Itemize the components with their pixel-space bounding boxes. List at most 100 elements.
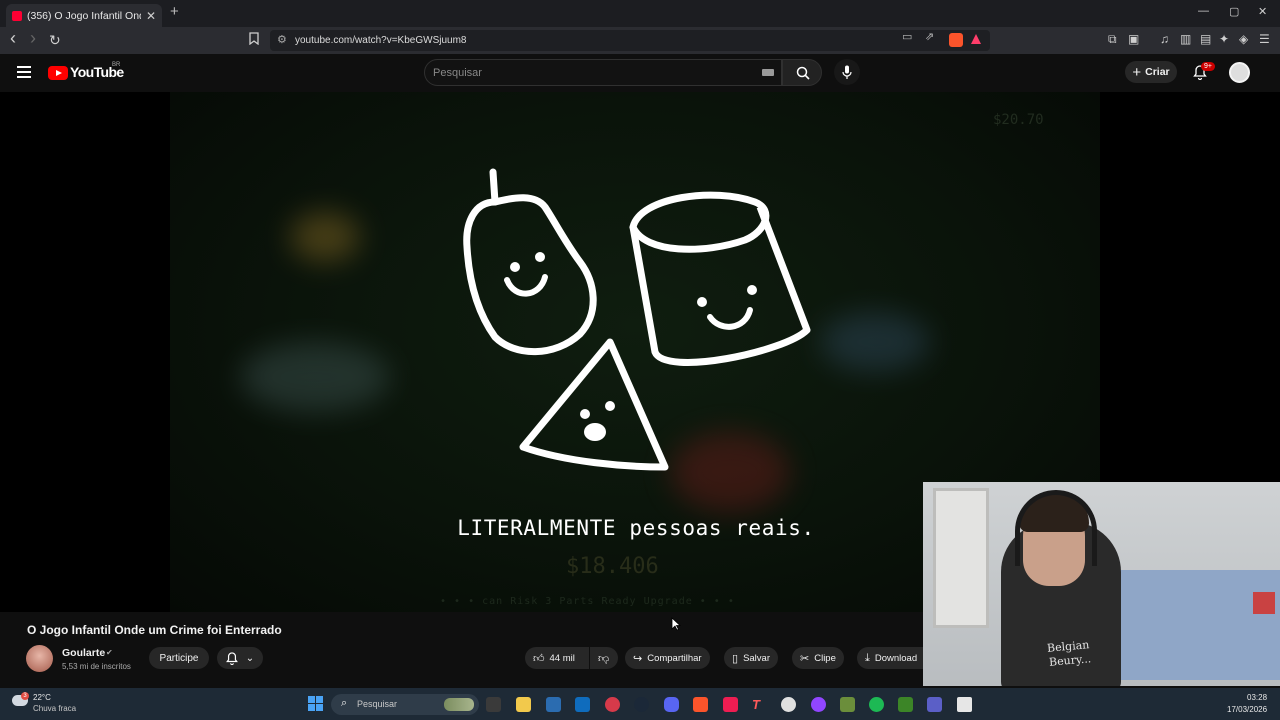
- clock-date[interactable]: 17/03/2026: [1227, 705, 1267, 714]
- create-button[interactable]: + Criar: [1125, 61, 1177, 83]
- scissors-icon: ✂: [800, 652, 810, 665]
- plus-icon: +: [1132, 63, 1142, 81]
- mouse-cursor-icon: [671, 617, 681, 631]
- download-icon: ⤓: [865, 651, 870, 664]
- clip-button[interactable]: ✂ Clipe: [792, 647, 844, 669]
- account-avatar[interactable]: [1229, 62, 1250, 83]
- cast-icon[interactable]: ▭: [902, 30, 912, 43]
- keyboard-icon[interactable]: [762, 69, 774, 76]
- share-arrow-icon: ↪: [633, 652, 643, 665]
- extensions-icon[interactable]: ⧉: [1108, 32, 1117, 47]
- tabs-icon[interactable]: ▤: [1200, 32, 1211, 46]
- notifications-badge: 9+: [1201, 62, 1215, 71]
- channel-avatar[interactable]: [26, 645, 53, 672]
- thumbs-up-icon: 👍︎: [533, 652, 545, 665]
- download-label: Download: [874, 652, 918, 664]
- share-icon[interactable]: ⇗: [925, 30, 934, 43]
- channel-name[interactable]: Goularte: [62, 647, 105, 659]
- browser-tab-bar: (356) O Jogo Infantil Onde um Crime foi …: [0, 0, 1280, 27]
- webcam-overlay: Belgian Beury...: [923, 482, 1280, 686]
- minecraft-icon[interactable]: [898, 697, 913, 712]
- youtube-logo-icon[interactable]: [48, 66, 68, 80]
- file-explorer-icon[interactable]: [516, 697, 531, 712]
- weather-description[interactable]: Chuva fraca: [33, 704, 76, 713]
- maximize-button[interactable]: ▢: [1229, 5, 1239, 18]
- save-button[interactable]: ▯ Salvar: [724, 647, 778, 669]
- background-money-top: $20.70: [993, 112, 1044, 128]
- leo-ai-icon[interactable]: ✦: [1219, 32, 1229, 46]
- new-tab-button[interactable]: +: [170, 3, 179, 20]
- sidebar-icon[interactable]: ▥: [1180, 32, 1191, 46]
- discord-icon[interactable]: [664, 697, 679, 712]
- url-text: youtube.com/watch?v=KbeGWSjuum8: [295, 35, 467, 46]
- opera-icon[interactable]: [605, 697, 620, 712]
- store-icon[interactable]: [546, 697, 561, 712]
- search-button[interactable]: [782, 59, 822, 86]
- voice-search-button[interactable]: [834, 59, 860, 85]
- create-label: Criar: [1145, 66, 1170, 78]
- headset-icon: [1015, 490, 1097, 566]
- media-icon[interactable]: ♫: [1160, 32, 1169, 46]
- weather-temperature[interactable]: 22°C: [33, 693, 51, 702]
- bell-icon: [225, 651, 238, 665]
- country-code: BR: [112, 62, 121, 68]
- steam-icon[interactable]: [634, 697, 649, 712]
- share-button[interactable]: ↪ Compartilhar: [625, 647, 710, 669]
- forward-button[interactable]: ›: [30, 28, 36, 49]
- tab-title: (356) O Jogo Infantil Onde um Crime foi …: [27, 9, 141, 22]
- background-strip-text: • • • can Risk 3 Parts Ready Upgrade • •…: [440, 596, 735, 607]
- webcam-window: [933, 488, 989, 628]
- game-app-icon[interactable]: [840, 697, 855, 712]
- blurred-shape: [240, 342, 390, 412]
- teams-icon[interactable]: [927, 697, 942, 712]
- twitch-icon[interactable]: [811, 697, 826, 712]
- characters-illustration: [463, 168, 811, 471]
- clip-label: Clipe: [814, 652, 836, 664]
- menu-icon[interactable]: ☰: [1259, 32, 1270, 46]
- weather-alert-badge: 3: [21, 692, 29, 700]
- task-view-icon[interactable]: [486, 697, 501, 712]
- spotify-icon[interactable]: [869, 697, 884, 712]
- minimize-button[interactable]: —: [1198, 5, 1209, 17]
- brave-rewards-icon[interactable]: [971, 34, 981, 44]
- bookmark-icon[interactable]: [249, 32, 259, 48]
- bookmark-icon: ▯: [732, 652, 739, 665]
- notepad-icon[interactable]: [957, 697, 972, 712]
- wallet-icon[interactable]: ▣: [1128, 32, 1139, 46]
- join-button[interactable]: Participe: [149, 647, 209, 669]
- search-input[interactable]: [433, 64, 753, 82]
- taskbar-search-placeholder: Pesquisar: [357, 699, 398, 709]
- browser-tab[interactable]: (356) O Jogo Infantil Onde um Crime foi …: [6, 4, 162, 27]
- blurred-shape: [290, 212, 360, 262]
- taskbar-search-icon: ⌕: [341, 697, 348, 709]
- share-label: Compartilhar: [647, 652, 702, 664]
- reload-button[interactable]: ↻: [49, 32, 61, 49]
- download-button[interactable]: ⤓ Download: [857, 647, 923, 669]
- chevron-down-icon: ⌄: [245, 652, 255, 664]
- guide-menu-icon[interactable]: [17, 66, 31, 81]
- site-settings-icon[interactable]: ⚙: [277, 30, 287, 51]
- back-button[interactable]: ‹: [10, 28, 16, 49]
- dislike-button[interactable]: 👎︎: [590, 647, 618, 669]
- brave-browser-icon[interactable]: [693, 697, 708, 712]
- vpn-icon[interactable]: ◈: [1239, 32, 1248, 46]
- clock-time[interactable]: 03:28: [1247, 693, 1267, 702]
- background-money: $18.406: [566, 554, 659, 579]
- microphone-icon: [842, 65, 852, 79]
- close-window-button[interactable]: ✕: [1258, 5, 1267, 18]
- text-app-icon[interactable]: T: [752, 697, 767, 712]
- like-button[interactable]: 👍︎ 44 mil: [525, 647, 589, 669]
- subscription-bell-button[interactable]: ⌄: [217, 647, 263, 669]
- youtube-favicon-icon: [12, 10, 22, 21]
- windows-start-icon[interactable]: [308, 696, 324, 712]
- outlook-icon[interactable]: [575, 697, 590, 712]
- brave-shields-icon[interactable]: [949, 33, 963, 47]
- webcam-object: [1253, 592, 1275, 614]
- subscriber-count: 5,53 mi de inscritos: [62, 662, 131, 671]
- tab-close-icon[interactable]: ✕: [146, 9, 156, 23]
- verified-badge-icon: ✔: [106, 648, 113, 657]
- chrome-icon[interactable]: [781, 697, 796, 712]
- address-bar[interactable]: ⚙ youtube.com/watch?v=KbeGWSjuum8: [270, 30, 990, 51]
- browser-toolbar: ‹ › ↻ ⚙ youtube.com/watch?v=KbeGWSjuum8 …: [0, 27, 1280, 54]
- tiktok-icon[interactable]: [723, 697, 738, 712]
